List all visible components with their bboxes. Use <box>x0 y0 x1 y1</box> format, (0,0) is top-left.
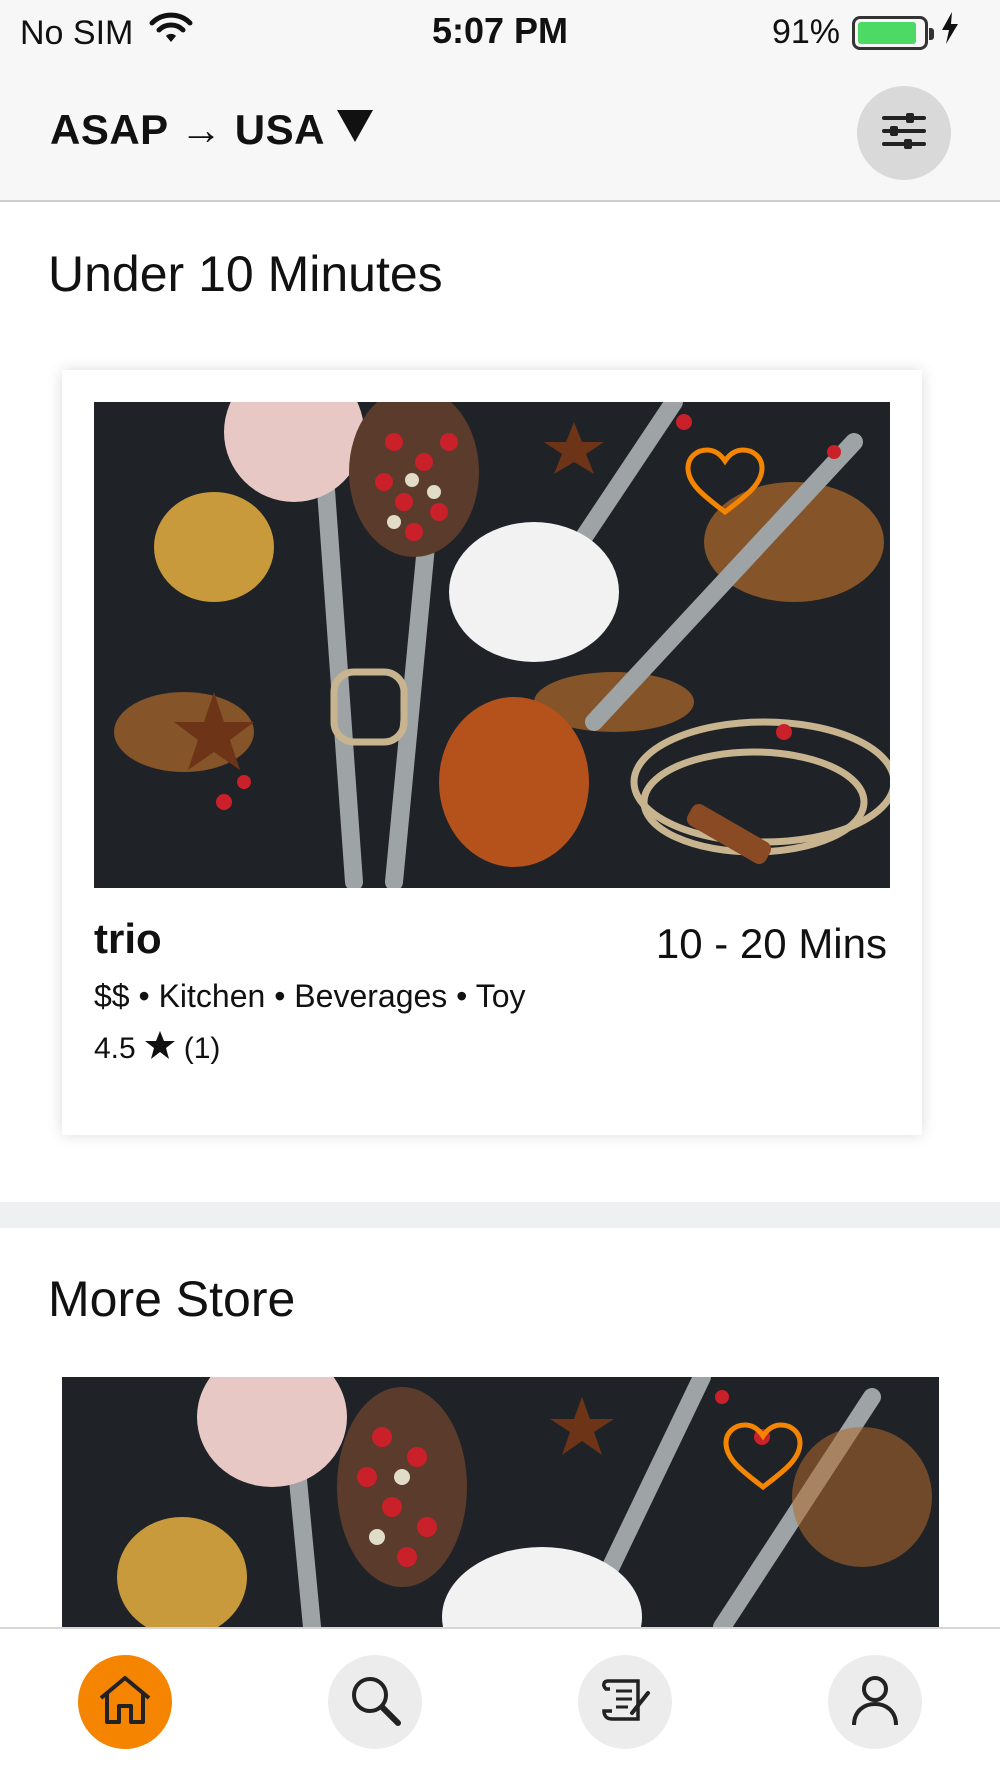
review-count: (1) <box>183 1032 221 1065</box>
delivery-time: 10 - 20 Mins <box>655 920 887 967</box>
top-header: ASAP → USA <box>0 70 1000 202</box>
status-bar: No SIM 5:07 PM 91% <box>0 0 1000 70</box>
battery-percent: 91% <box>771 13 840 51</box>
rating-value: 4.5 <box>94 1032 136 1065</box>
scroll-icon <box>598 1673 652 1732</box>
favorite-heart-icon[interactable] <box>684 446 766 523</box>
battery-icon <box>852 15 934 50</box>
home-icon <box>97 1674 153 1731</box>
section-divider <box>0 1202 1000 1228</box>
star-icon <box>144 1030 176 1068</box>
store-rating: 4.5 (1) <box>94 1030 220 1068</box>
section-title-more-store: More Store <box>48 1271 296 1327</box>
tab-orders[interactable] <box>578 1655 672 1749</box>
search-icon <box>347 1672 403 1733</box>
bottom-tab-bar <box>0 1627 1000 1778</box>
caret-down-icon <box>335 106 375 154</box>
store-image <box>94 402 890 888</box>
favorite-heart-icon-2[interactable] <box>722 1421 804 1498</box>
tab-search[interactable] <box>328 1655 422 1749</box>
location-selector[interactable]: ASAP → USA <box>50 106 375 154</box>
store-tags: $$ • Kitchen • Beverages • Toy <box>94 978 526 1014</box>
user-icon <box>850 1673 900 1732</box>
store-card[interactable]: trio 10 - 20 Mins $$ • Kitchen • Beverag… <box>62 370 922 1135</box>
status-right: 91% <box>772 12 960 53</box>
app-screen: No SIM 5:07 PM 91% ASAP → USA Under 10 M… <box>0 0 1000 1778</box>
charging-icon <box>940 12 960 53</box>
store-name: trio <box>94 915 162 962</box>
tab-account[interactable] <box>828 1655 922 1749</box>
tab-home[interactable] <box>78 1655 172 1749</box>
location-label: ASAP → USA <box>50 106 325 153</box>
section-title-under-10: Under 10 Minutes <box>48 246 443 302</box>
store-image-2[interactable] <box>62 1377 939 1627</box>
battery-fill <box>858 21 917 44</box>
filter-button[interactable] <box>857 86 951 180</box>
sliders-icon <box>880 110 928 157</box>
